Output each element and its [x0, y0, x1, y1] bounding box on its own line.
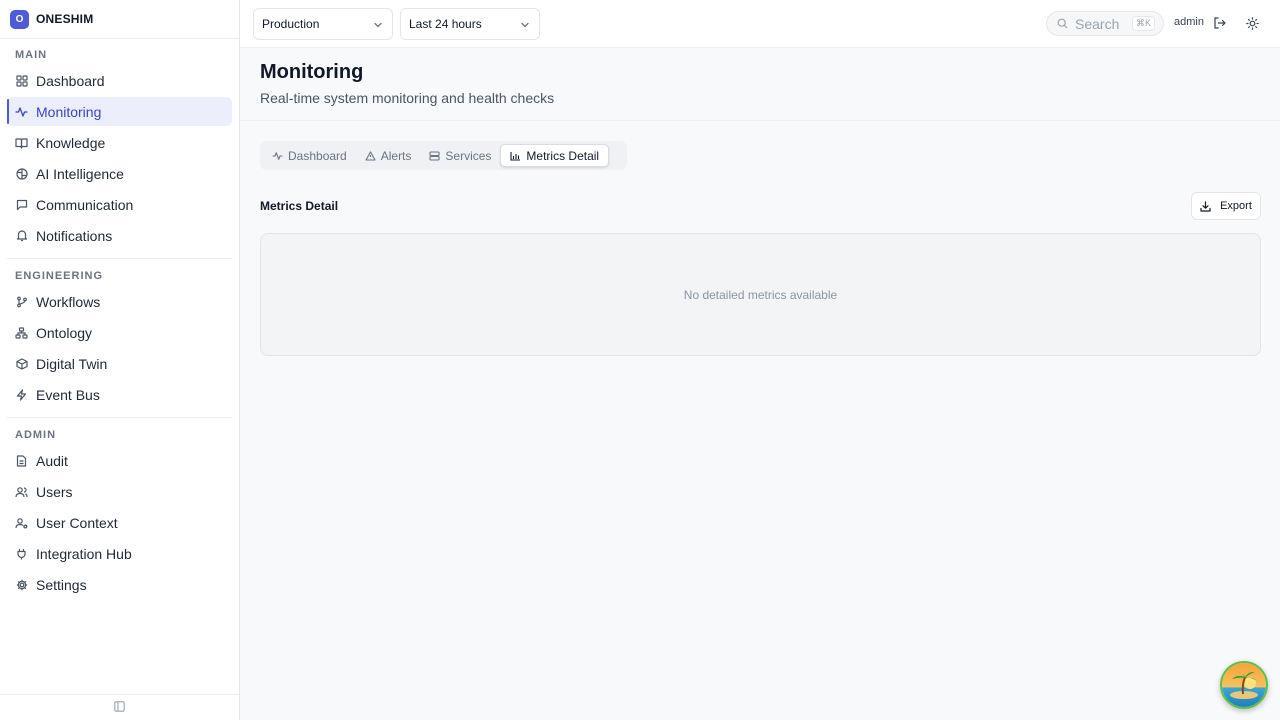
sidebar-item-label: Knowledge	[36, 134, 106, 151]
sidebar-item-label: Monitoring	[36, 103, 102, 120]
brand[interactable]: O ONESHIM	[0, 0, 239, 39]
file-text-icon	[15, 454, 28, 467]
export-button[interactable]: Export	[1191, 192, 1261, 220]
island-avatar-icon	[1222, 663, 1266, 707]
time-range-select[interactable]: Last 24 hours	[400, 8, 540, 40]
page-title: Monitoring	[260, 61, 364, 83]
section-title-admin: ADMIN	[15, 429, 57, 441]
chevron-down-icon	[520, 19, 530, 33]
alert-triangle-icon	[365, 150, 376, 161]
tab-label: Dashboard	[288, 148, 347, 163]
sidebar-item-integration-hub[interactable]: Integration Hub	[7, 539, 232, 568]
cube-icon	[15, 357, 28, 370]
search-input[interactable]: Search ⌘K	[1046, 11, 1164, 36]
sidebar-item-dashboard[interactable]: Dashboard	[7, 66, 232, 95]
assistant-avatar-button[interactable]	[1220, 661, 1268, 709]
sidebar-item-workflows[interactable]: Workflows	[7, 287, 232, 316]
brand-logo: O	[10, 9, 29, 29]
divider	[7, 417, 232, 418]
tab-list: Dashboard Alerts Services Metrics Detail	[260, 141, 627, 170]
plug-icon	[15, 547, 28, 560]
brand-name: ONESHIM	[36, 12, 94, 26]
empty-message: No detailed metrics available	[683, 287, 838, 302]
section-title-main: MAIN	[15, 49, 48, 61]
bar-chart-icon	[510, 150, 521, 161]
grid-icon	[15, 74, 28, 87]
network-icon	[15, 326, 28, 339]
tab-label: Alerts	[380, 148, 412, 163]
search-placeholder: Search	[1075, 15, 1120, 32]
chevron-down-icon	[373, 19, 383, 33]
logout-button[interactable]	[1212, 16, 1226, 30]
gear-icon	[15, 578, 28, 591]
sidebar-item-settings[interactable]: Settings	[7, 570, 232, 599]
sidebar-item-digital-twin[interactable]: Digital Twin	[7, 349, 232, 378]
git-branch-icon	[15, 295, 28, 308]
sidebar-item-label: Digital Twin	[36, 355, 108, 372]
sidebar-item-label: Ontology	[36, 324, 93, 341]
search-icon	[1057, 18, 1068, 29]
sidebar-item-label: Settings	[36, 576, 87, 593]
tab-label: Services	[445, 148, 492, 163]
tab-dashboard[interactable]: Dashboard	[263, 144, 356, 167]
bell-icon	[15, 229, 28, 242]
sidebar-item-notifications[interactable]: Notifications	[7, 221, 232, 250]
environment-select-value: Production	[262, 17, 320, 31]
sidebar-item-label: User Context	[36, 514, 118, 531]
time-range-select-value: Last 24 hours	[409, 17, 482, 31]
theme-toggle-button[interactable]	[1245, 16, 1259, 30]
section-title: Metrics Detail	[260, 199, 339, 213]
sidebar-item-users[interactable]: Users	[7, 477, 232, 506]
page-header: Monitoring Real-time system monitoring a…	[240, 48, 1280, 121]
sidebar-item-knowledge[interactable]: Knowledge	[7, 128, 232, 157]
export-label: Export	[1220, 200, 1252, 212]
sidebar-item-label: Communication	[36, 196, 134, 213]
page-subtitle: Real-time system monitoring and health c…	[260, 90, 555, 106]
tab-metrics-detail[interactable]: Metrics Detail	[500, 144, 610, 167]
tab-label: Metrics Detail	[526, 148, 600, 163]
sidebar-collapse-button[interactable]	[0, 694, 239, 720]
sidebar-item-label: Notifications	[36, 227, 113, 244]
topbar: Production Last 24 hours Search ⌘K admin	[240, 0, 1280, 48]
user-name: admin	[1174, 16, 1204, 28]
tab-services[interactable]: Services	[420, 144, 500, 167]
sidebar-item-label: Event Bus	[36, 386, 100, 403]
section-title-engineering: ENGINEERING	[15, 270, 104, 282]
sidebar-item-label: Dashboard	[36, 72, 105, 89]
sidebar-item-event-bus[interactable]: Event Bus	[7, 380, 232, 409]
sidebar-item-label: Audit	[36, 452, 68, 469]
user-context-icon	[15, 516, 28, 529]
sidebar-item-label: Workflows	[36, 293, 101, 310]
sidebar: O ONESHIM MAIN Dashboard Monitoring Know…	[0, 0, 240, 720]
sidebar-item-label: Integration Hub	[36, 545, 132, 562]
users-icon	[15, 485, 28, 498]
sidebar-item-label: AI Intelligence	[36, 165, 124, 182]
sidebar-item-monitoring[interactable]: Monitoring	[7, 97, 232, 126]
sun-icon	[1245, 16, 1259, 30]
sidebar-item-user-context[interactable]: User Context	[7, 508, 232, 537]
sidebar-item-label: Users	[36, 483, 73, 500]
activity-icon	[272, 150, 283, 161]
metrics-empty-state: No detailed metrics available	[260, 233, 1261, 356]
zap-icon	[15, 388, 28, 401]
message-icon	[15, 198, 28, 211]
logout-icon	[1213, 17, 1226, 29]
environment-select[interactable]: Production	[253, 8, 393, 40]
sidebar-item-communication[interactable]: Communication	[7, 190, 232, 219]
divider	[7, 258, 232, 259]
panel-left-icon	[114, 699, 125, 717]
sidebar-item-ontology[interactable]: Ontology	[7, 318, 232, 347]
sidebar-item-audit[interactable]: Audit	[7, 446, 232, 475]
tab-alerts[interactable]: Alerts	[356, 144, 421, 167]
book-icon	[15, 136, 28, 149]
search-shortcut: ⌘K	[1131, 16, 1155, 31]
server-icon	[429, 150, 440, 161]
activity-icon	[15, 105, 28, 118]
download-icon	[1200, 200, 1211, 212]
sidebar-item-ai-intelligence[interactable]: AI Intelligence	[7, 159, 232, 188]
brain-icon	[15, 167, 28, 180]
